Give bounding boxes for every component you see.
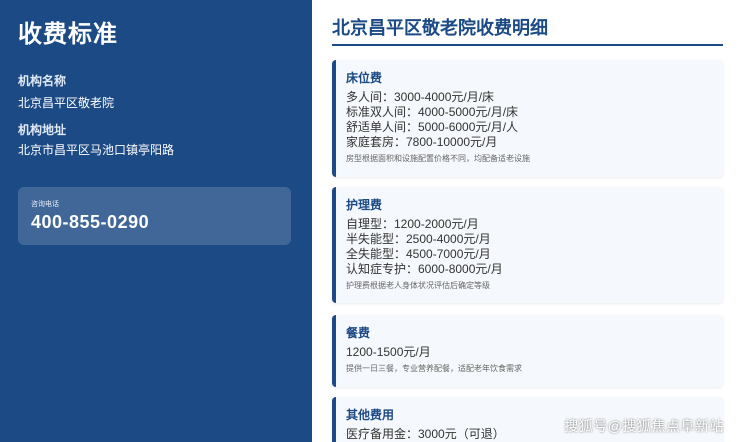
card-note: 提供一日三餐，专业营养配餐，适配老年饮食需求 bbox=[346, 364, 522, 373]
card-note: 护理费根据老人身体状况评估后确定等级 bbox=[346, 281, 490, 290]
org-name-value: 北京昌平区敬老院 bbox=[18, 96, 115, 110]
card-title: 餐费 bbox=[346, 326, 371, 340]
fee-detail-heading: 北京昌平区敬老院收费明细 bbox=[332, 18, 548, 38]
price-line: 自理型：1200-2000元/月 bbox=[346, 217, 479, 231]
fee-card-nursing: 护理费 自理型：1200-2000元/月 半失能型：2500-4000元/月 全… bbox=[332, 187, 723, 303]
price-line: 家庭套房：7800-10000元/月 bbox=[346, 135, 498, 149]
phone-box[interactable]: 咨询电话 400-855-0290 bbox=[18, 187, 291, 245]
price-line: 半失能型：2500-4000元/月 bbox=[346, 232, 491, 246]
price-line: 全失能型：4500-7000元/月 bbox=[346, 247, 491, 261]
price-line: 标准双人间：4000-5000元/月/床 bbox=[346, 105, 519, 119]
card-title: 床位费 bbox=[346, 71, 383, 85]
org-name-label: 机构名称 bbox=[18, 74, 67, 88]
card-note: 房型根据面积和设施配置价格不同，均配备适老设施 bbox=[346, 154, 530, 163]
address-value: 北京市昌平区马池口镇亭阳路 bbox=[18, 143, 175, 157]
card-title: 护理费 bbox=[346, 198, 383, 212]
right-panel: 北京昌平区敬老院收费明细 床位费 多人间：3000-4000元/月/床 标准双人… bbox=[312, 0, 740, 442]
price-line: 认知症专护：6000-8000元/月 bbox=[346, 262, 503, 276]
address-label: 机构地址 bbox=[18, 123, 67, 137]
price-line: 1200-1500元/月 bbox=[346, 345, 431, 359]
fee-card-bed: 床位费 多人间：3000-4000元/月/床 标准双人间：4000-5000元/… bbox=[332, 60, 723, 177]
price-line: 多人间：3000-4000元/月/床 bbox=[346, 90, 495, 104]
heading-divider bbox=[332, 44, 723, 46]
watermark: 搜狐号@搜狐焦点阜新站 bbox=[564, 418, 724, 434]
fee-card-meal: 餐费 1200-1500元/月 提供一日三餐，专业营养配餐，适配老年饮食需求 bbox=[332, 315, 723, 387]
phone-label: 咨询电话 bbox=[31, 201, 59, 208]
panel-title: 收费标准 bbox=[18, 21, 118, 48]
price-line: 舒适单人间：5000-6000元/月/人 bbox=[346, 120, 519, 134]
left-panel: 收费标准 机构名称 北京昌平区敬老院 机构地址 北京市昌平区马池口镇亭阳路 咨询… bbox=[0, 0, 312, 442]
phone-number[interactable]: 400-855-0290 bbox=[31, 212, 149, 233]
